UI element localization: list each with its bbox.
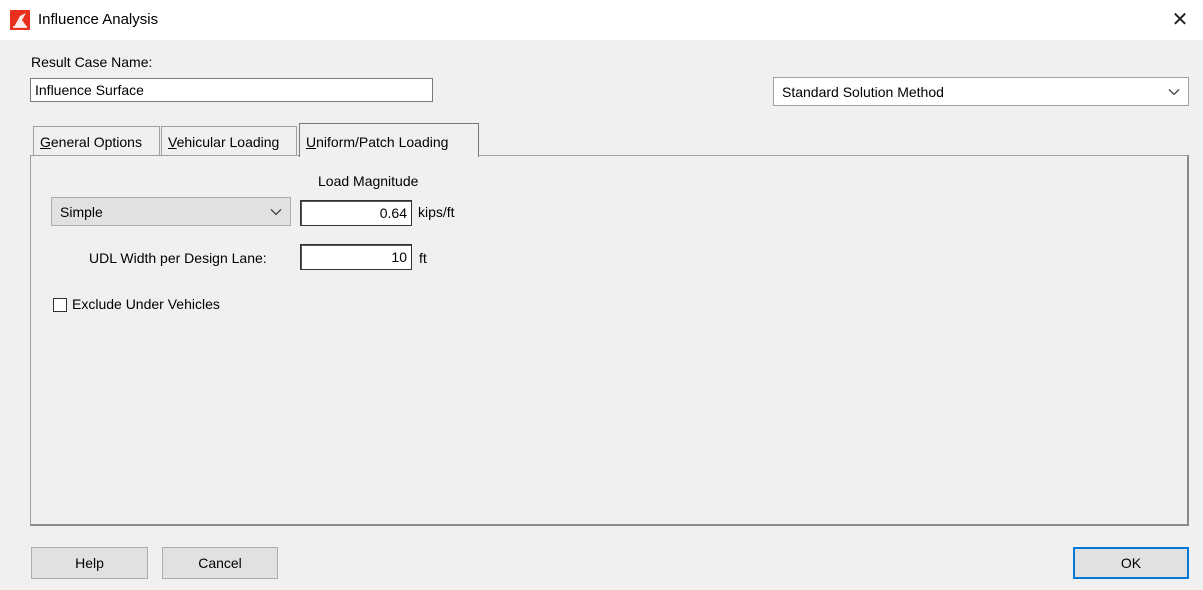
- load-type-value: Simple: [60, 203, 103, 220]
- tab-uniform-patch-loading-mnemonic: U: [306, 134, 317, 150]
- tab-general-options[interactable]: General Options: [33, 126, 160, 156]
- load-magnitude-unit: kips/ft: [418, 204, 455, 220]
- udl-width-unit: ft: [419, 250, 427, 266]
- tab-vehicular-loading-label: ehicular Loading: [176, 134, 280, 150]
- load-magnitude-input[interactable]: 0.64: [300, 200, 412, 226]
- tab-uniform-patch-loading[interactable]: Uniform/Patch Loading: [299, 123, 479, 157]
- exclude-under-vehicles-checkbox[interactable]: [53, 298, 67, 312]
- solution-method-select[interactable]: Standard Solution Method: [773, 77, 1189, 106]
- load-magnitude-header: Load Magnitude: [318, 173, 419, 189]
- result-case-label: Result Case Name:: [31, 54, 153, 70]
- solution-method-value: Standard Solution Method: [782, 83, 944, 100]
- chevron-down-icon: [270, 208, 282, 215]
- help-button[interactable]: Help: [31, 547, 148, 579]
- tab-general-options-label: eneral Options: [50, 134, 142, 150]
- app-logo-icon: [10, 10, 30, 30]
- tab-uniform-patch-loading-label: niform/Patch Loading: [316, 134, 449, 150]
- chevron-down-icon: [1168, 88, 1180, 95]
- tab-vehicular-loading[interactable]: Vehicular Loading: [161, 126, 297, 156]
- tab-general-options-mnemonic: G: [40, 134, 51, 150]
- result-case-input[interactable]: Influence Surface: [30, 78, 433, 102]
- cancel-button[interactable]: Cancel: [162, 547, 278, 579]
- udl-width-input[interactable]: 10: [300, 244, 412, 270]
- ok-button[interactable]: OK: [1073, 547, 1189, 579]
- exclude-under-vehicles-label: Exclude Under Vehicles: [72, 296, 220, 312]
- load-type-select[interactable]: Simple: [51, 197, 291, 226]
- udl-width-label: UDL Width per Design Lane:: [89, 250, 267, 266]
- title-bar: Influence Analysis ✕: [0, 0, 1203, 40]
- tab-vehicular-loading-mnemonic: V: [168, 134, 177, 150]
- close-icon[interactable]: ✕: [1165, 6, 1195, 34]
- window-title: Influence Analysis: [38, 11, 159, 28]
